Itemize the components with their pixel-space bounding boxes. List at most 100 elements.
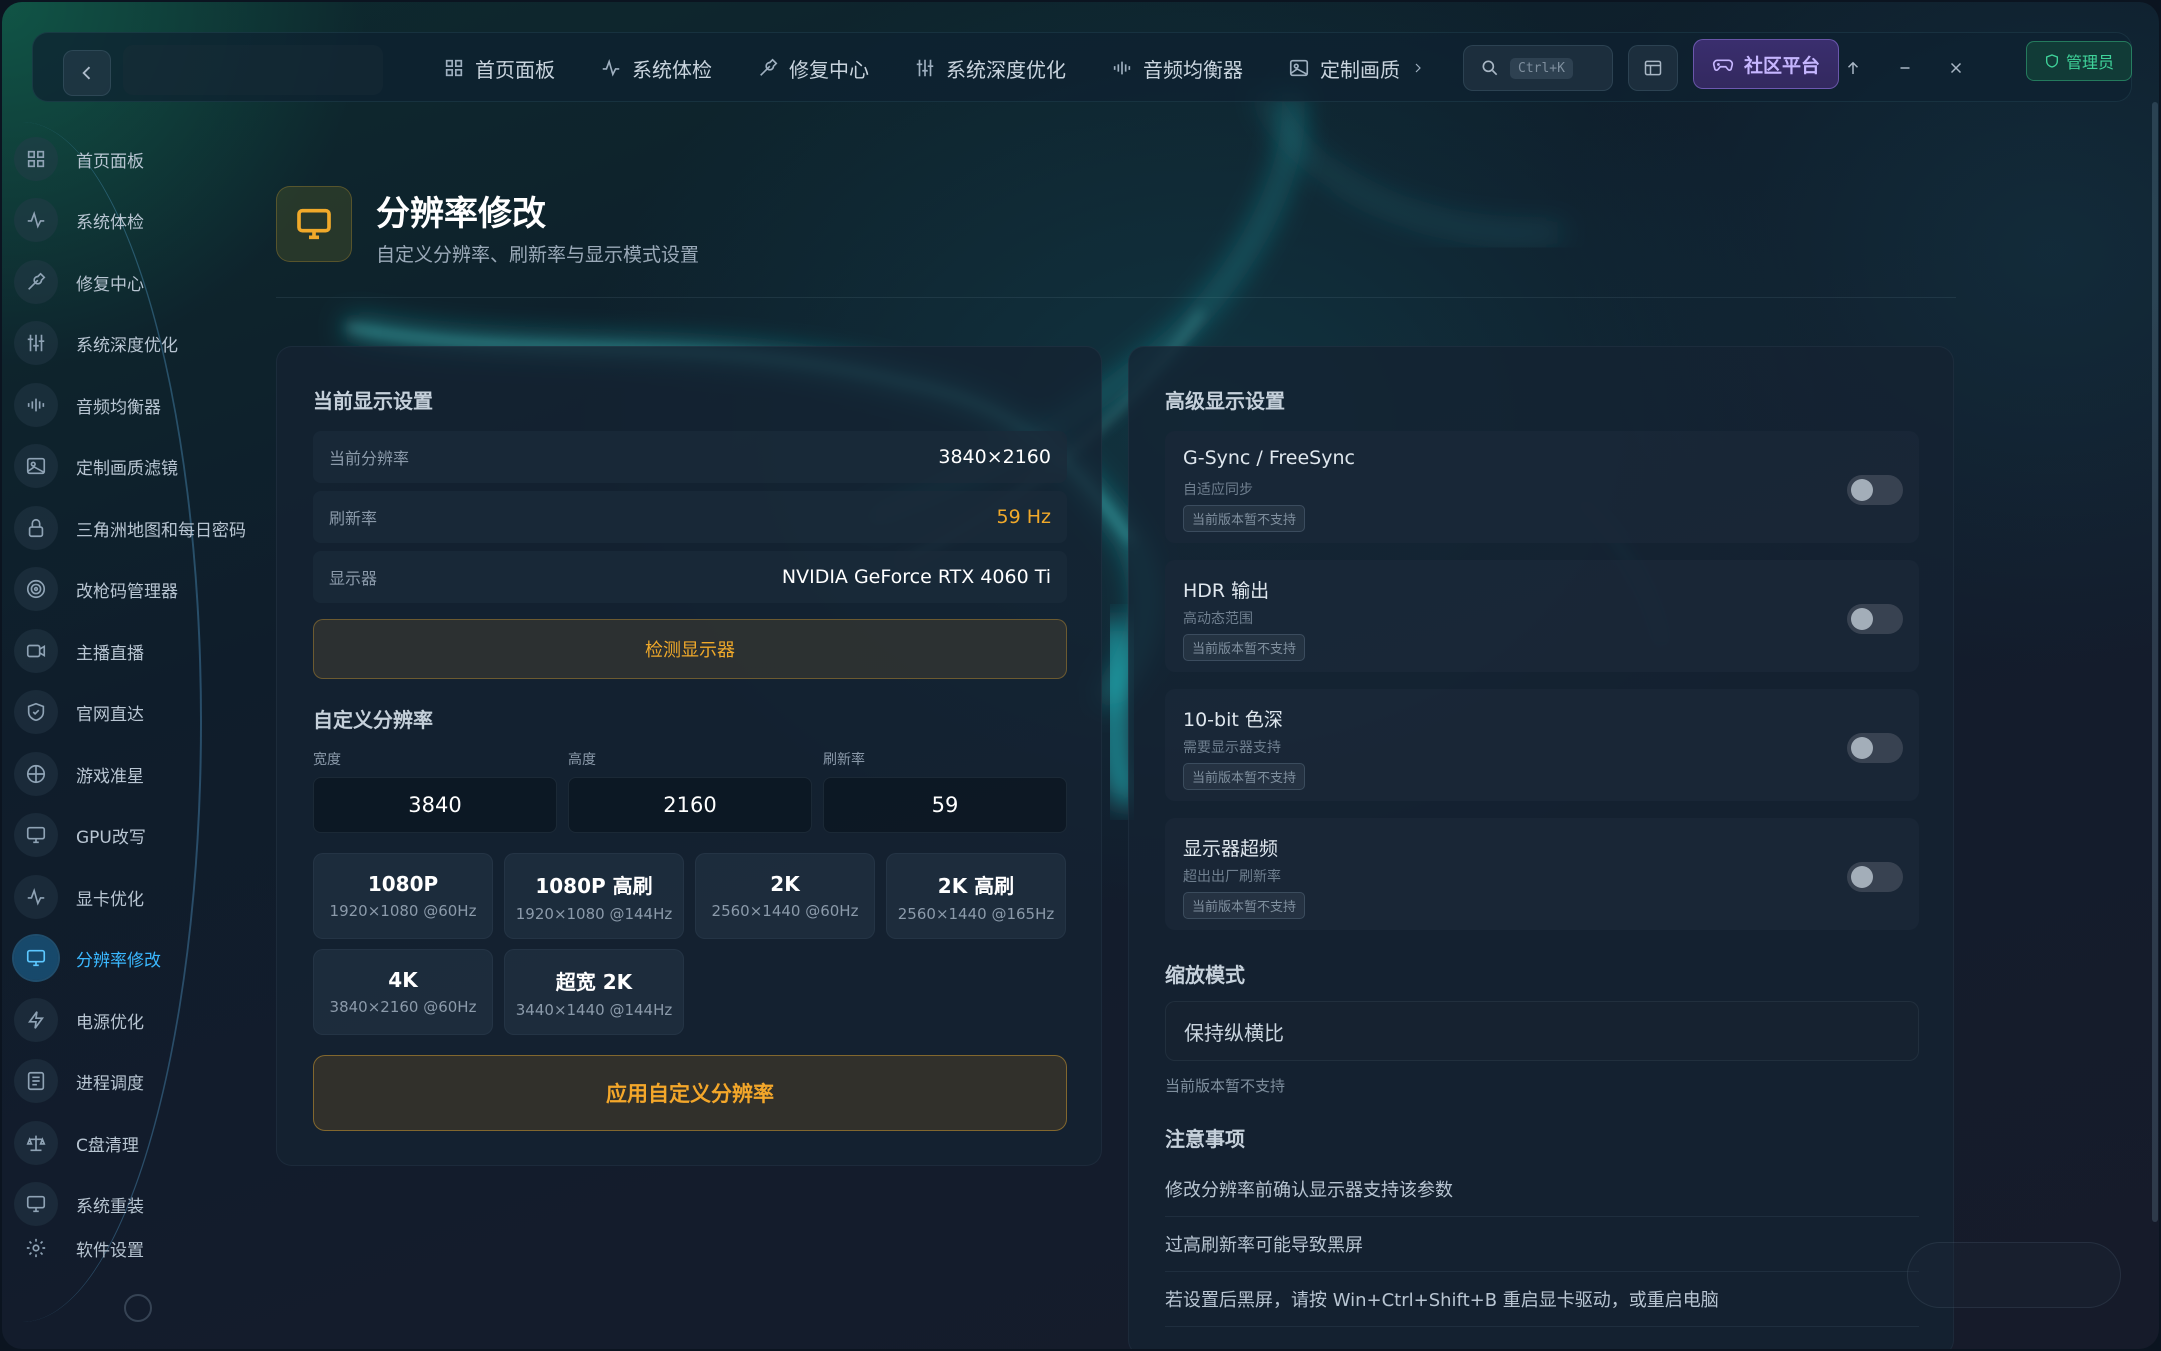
sidebar-item-health-check[interactable]: 系统体检 (14, 193, 254, 247)
nav-item-picture-quality[interactable]: 定制画质 (1288, 54, 1426, 83)
preset-1080p[interactable]: 1080P 1920×1080 @60Hz (313, 853, 493, 939)
sidebar-item-repair[interactable]: 修复中心 (14, 255, 254, 309)
note-item: 过高刷新率可能导致黑屏 (1165, 1217, 1919, 1272)
refresh-input[interactable]: 59 (823, 777, 1067, 833)
main-scrollbar[interactable] (2152, 102, 2158, 1222)
sidebar-item-equalizer[interactable]: 音频均衡器 (14, 378, 254, 432)
sidebar-item-label: 软件设置 (76, 1240, 144, 1261)
target-icon (14, 567, 58, 611)
preset-2k[interactable]: 2K 2560×1440 @60Hz (695, 853, 875, 939)
image-icon (1289, 59, 1309, 77)
sidebar-item-label: 分辨率修改 (76, 950, 161, 971)
info-label: 刷新率 (329, 509, 378, 528)
scale-mode-select[interactable]: 保持纵横比 (1165, 1001, 1919, 1061)
monitor-icon (14, 936, 58, 980)
height-input[interactable]: 2160 (568, 777, 812, 833)
sidebar-item-streaming[interactable]: 主播直播 (14, 624, 254, 678)
sidebar-item-label: GPU改写 (76, 827, 146, 848)
overclock-toggle[interactable] (1847, 862, 1903, 892)
color-depth-toggle[interactable] (1847, 733, 1903, 763)
preset-name: 4K (388, 968, 418, 992)
bolt-icon (14, 998, 58, 1042)
gsync-toggle[interactable] (1847, 475, 1903, 505)
pin-top-button[interactable] (1838, 53, 1868, 83)
info-value: NVIDIA GeForce RTX 4060 Ti (781, 566, 1051, 588)
nav-item-equalizer[interactable]: 音频均衡器 (1111, 54, 1243, 83)
height-label: 高度 (568, 752, 596, 768)
hdr-setting: HDR 输出 高动态范围 当前版本暂不支持 (1165, 560, 1919, 672)
info-value: 59 Hz (996, 506, 1051, 528)
sidebar-item-settings[interactable]: 软件设置 (14, 1221, 254, 1275)
preset-4k[interactable]: 4K 3840×2160 @60Hz (313, 949, 493, 1035)
admin-label: 管理员 (2065, 53, 2114, 72)
community-platform-button[interactable]: 社区平台 (1693, 39, 1839, 89)
nav-item-label: 系统体检 (632, 57, 712, 82)
nav-item-label: 系统深度优化 (946, 57, 1066, 82)
search-shortcut-hint: Ctrl+K (1510, 57, 1573, 79)
sidebar-item-disk-clean[interactable]: C盘清理 (14, 1116, 254, 1170)
top-bar: 首页面板 系统体检 修复中心 系统深度优化 音频均衡器 定制画质 Ctrl+K … (32, 32, 2132, 102)
back-button[interactable] (63, 50, 111, 96)
sidebar-item-crosshair[interactable]: 游戏准星 (14, 747, 254, 801)
preset-1080p-high[interactable]: 1080P 高刷 1920×1080 @144Hz (504, 853, 684, 939)
monitor-row: 显示器 NVIDIA GeForce RTX 4060 Ti (313, 551, 1067, 603)
preset-spec: 3840×2160 @60Hz (329, 998, 477, 1016)
wrench-icon (14, 260, 58, 304)
unsupported-badge: 当前版本暂不支持 (1183, 505, 1306, 532)
layout-icon (1644, 60, 1662, 76)
hdr-toggle[interactable] (1847, 604, 1903, 634)
sidebar-item-gpu-optimize[interactable]: 显卡优化 (14, 870, 254, 924)
scale-mode-title: 缩放模式 (1165, 963, 1245, 987)
unsupported-badge: 当前版本暂不支持 (1183, 892, 1306, 919)
sidebar-item-label: C盘清理 (76, 1135, 139, 1156)
close-button[interactable] (1941, 53, 1971, 83)
sidebar-item-gpu-rewrite[interactable]: GPU改写 (14, 808, 254, 862)
nav-item-deep-optimize[interactable]: 系统深度优化 (914, 54, 1066, 83)
nav-item-health-check[interactable]: 系统体检 (600, 54, 712, 83)
minimize-button[interactable] (1890, 53, 1920, 83)
sidebar-item-gun-code[interactable]: 改枪码管理器 (14, 562, 254, 616)
preset-name: 2K (770, 872, 800, 896)
sidebar-collapse-handle[interactable] (124, 1294, 152, 1322)
setting-desc: 高动态范围 (1183, 611, 1253, 627)
sidebar-item-resolution[interactable]: 分辨率修改 (14, 931, 254, 985)
sidebar-item-power[interactable]: 电源优化 (14, 993, 254, 1047)
sidebar-item-dashboard[interactable]: 首页面板 (14, 132, 254, 186)
refresh-rate-row: 刷新率 59 Hz (313, 491, 1067, 543)
search-button[interactable]: Ctrl+K (1463, 45, 1613, 91)
sidebar-item-process[interactable]: 进程调度 (14, 1054, 254, 1108)
gear-icon (14, 1226, 58, 1270)
sidebar-item-picture-filter[interactable]: 定制画质滤镜 (14, 439, 254, 493)
overclock-setting: 显示器超频 超出出厂刷新率 当前版本暂不支持 (1165, 818, 1919, 930)
preset-ultrawide-2k[interactable]: 超宽 2K 3440×1440 @144Hz (504, 949, 684, 1035)
pulse-icon (14, 198, 58, 242)
chevron-left-icon (82, 66, 91, 80)
page-subtitle: 自定义分辨率、刷新率与显示模式设置 (376, 244, 700, 266)
page-header: 分辨率修改 自定义分辨率、刷新率与显示模式设置 (276, 186, 1956, 298)
admin-badge[interactable]: 管理员 (2026, 41, 2132, 81)
current-resolution-row: 当前分辨率 3840×2160 (313, 431, 1067, 483)
sidebar-item-label: 音频均衡器 (76, 397, 161, 418)
nav-item-repair[interactable]: 修复中心 (757, 54, 869, 83)
width-input[interactable]: 3840 (313, 777, 557, 833)
sidebar-item-label: 进程调度 (76, 1073, 144, 1094)
apply-resolution-button[interactable]: 应用自定义分辨率 (313, 1055, 1067, 1131)
sidebar-item-official-site[interactable]: 官网直达 (14, 685, 254, 739)
preset-name: 2K 高刷 (937, 873, 1015, 898)
layout-toggle-button[interactable] (1628, 45, 1678, 91)
nav-item-dashboard[interactable]: 首页面板 (443, 54, 555, 83)
lock-icon (14, 506, 58, 550)
pulse-icon (602, 58, 620, 77)
preset-2k-high[interactable]: 2K 高刷 2560×1440 @165Hz (886, 853, 1066, 939)
logo-area (123, 45, 383, 95)
floating-panel (1907, 1242, 2121, 1308)
sliders-icon (14, 321, 58, 365)
unsupported-badge: 当前版本暂不支持 (1183, 763, 1306, 790)
wrench-icon (760, 58, 778, 76)
sidebar-item-deep-optimize[interactable]: 系统深度优化 (14, 316, 254, 370)
sidebar-item-map-password[interactable]: 三角洲地图和每日密码 (14, 501, 254, 555)
display-settings-card: 当前显示设置 当前分辨率 3840×2160 刷新率 59 Hz 显示器 NVI… (276, 346, 1102, 1166)
sidebar-item-label: 官网直达 (76, 704, 144, 725)
list-icon (14, 1059, 58, 1103)
detect-monitor-button[interactable]: 检测显示器 (313, 619, 1067, 679)
